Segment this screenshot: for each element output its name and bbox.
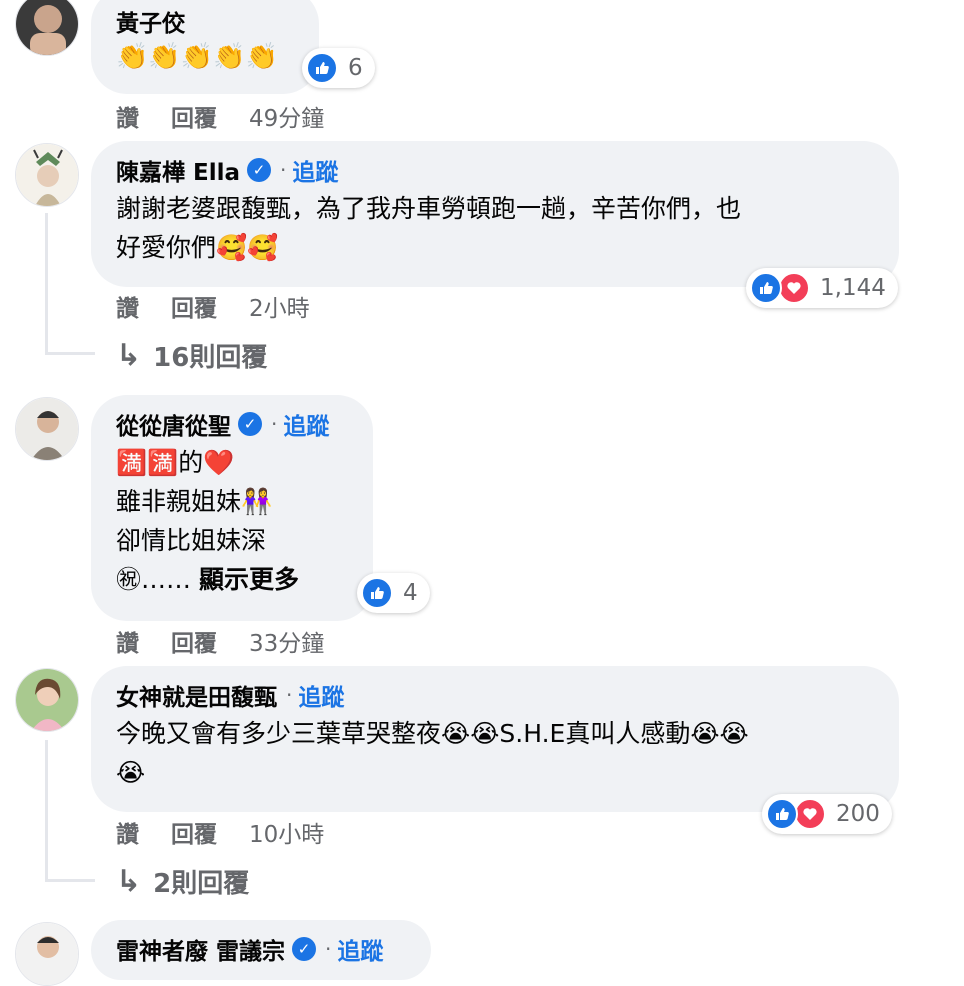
like-icon <box>361 577 393 609</box>
reply-arrow-icon: ↳ <box>116 337 142 373</box>
comment-text: 今晚又會有多少三葉草哭整夜😭😭S.H.E真叫人感動😭😭 😭 <box>116 719 749 787</box>
reply-button[interactable]: 回覆 <box>171 99 217 133</box>
reaction-count: 4 <box>403 580 418 606</box>
like-button[interactable]: 讚 <box>116 624 139 658</box>
see-more-link[interactable]: 顯示更多 <box>199 565 299 594</box>
comment-actions: 讚 回覆 2小時 <box>116 289 310 323</box>
avatar-commenter-2[interactable] <box>15 143 79 207</box>
comment-text-wrap: 🈵🈵的❤️ 雖非親姐妹👭 卻情比姐妹深 ㊗…… 顯示更多 <box>116 443 348 599</box>
avatar-commenter-3[interactable] <box>15 397 79 461</box>
comment-bubble-3: 從從唐從聖 ✓ · 追蹤 🈵🈵的❤️ 雖非親姐妹👭 卻情比姐妹深 ㊗…… 顯示更… <box>91 395 373 621</box>
like-button[interactable]: 讚 <box>116 99 139 133</box>
verified-badge-icon: ✓ <box>247 158 272 182</box>
separator-dot: · <box>271 412 278 436</box>
follow-button[interactable]: 追蹤 <box>298 678 344 712</box>
reaction-summary[interactable]: 1,144 <box>746 268 898 308</box>
reaction-summary[interactable]: 4 <box>357 573 430 613</box>
avatar-commenter-1[interactable] <box>15 0 79 56</box>
commenter-name[interactable]: 陳嘉樺 Ella <box>116 153 240 187</box>
love-icon <box>794 798 826 830</box>
reaction-summary[interactable]: 6 <box>302 48 375 88</box>
reaction-count: 200 <box>836 801 880 827</box>
comment-bubble-1: 黃子佼 👏👏👏👏👏 <box>91 0 319 94</box>
love-icon <box>778 272 810 304</box>
thread-line-elbow <box>45 879 95 882</box>
follow-button[interactable]: 追蹤 <box>292 153 338 187</box>
avatar-commenter-5[interactable] <box>15 922 79 986</box>
thread-line-elbow <box>45 352 95 355</box>
view-replies-link[interactable]: ↳ 2則回覆 <box>116 863 249 899</box>
reply-button[interactable]: 回覆 <box>171 289 217 323</box>
follow-button[interactable]: 追蹤 <box>283 407 329 441</box>
separator-dot: · <box>286 683 293 707</box>
reply-button[interactable]: 回覆 <box>171 815 217 849</box>
like-icon <box>766 798 798 830</box>
follow-button[interactable]: 追蹤 <box>337 932 383 966</box>
commenter-name[interactable]: 黃子佼 <box>116 4 185 38</box>
comment-text: 👏👏👏👏👏 <box>116 42 278 72</box>
reaction-count: 1,144 <box>820 275 886 301</box>
comment-text: 謝謝老婆跟馥甄，為了我舟車勞頓跑一趟，辛苦你們，也 好愛你們🥰🥰 <box>116 194 742 262</box>
reaction-count: 6 <box>348 55 363 81</box>
comment-timestamp[interactable]: 10小時 <box>249 815 324 849</box>
commenter-name[interactable]: 雷神者廢 雷議宗 <box>116 932 285 966</box>
verified-badge-icon: ✓ <box>292 937 317 961</box>
like-icon <box>750 272 782 304</box>
verified-badge-icon: ✓ <box>238 412 262 436</box>
comment-timestamp[interactable]: 33分鐘 <box>249 624 324 658</box>
like-button[interactable]: 讚 <box>116 815 139 849</box>
separator-dot: · <box>280 158 287 182</box>
comment-timestamp[interactable]: 49分鐘 <box>249 99 324 133</box>
comment-timestamp[interactable]: 2小時 <box>249 289 310 323</box>
comment-actions: 讚 回覆 10小時 <box>116 815 324 849</box>
replies-count: 16則回覆 <box>153 342 268 373</box>
replies-count: 2則回覆 <box>153 868 250 899</box>
comment-bubble-4: 女神就是田馥甄 · 追蹤 今晚又會有多少三葉草哭整夜😭😭S.H.E真叫人感動😭😭… <box>91 666 899 812</box>
comment-bubble-2: 陳嘉樺 Ella ✓ · 追蹤 謝謝老婆跟馥甄，為了我舟車勞頓跑一趟，辛苦你們，… <box>91 141 899 287</box>
view-replies-link[interactable]: ↳ 16則回覆 <box>116 337 267 373</box>
comment-bubble-5: 雷神者廢 雷議宗 ✓ · 追蹤 <box>91 920 431 980</box>
avatar-commenter-4[interactable] <box>15 668 79 732</box>
comment-actions: 讚 回覆 49分鐘 <box>116 99 324 133</box>
commenter-name[interactable]: 女神就是田馥甄 <box>116 678 277 712</box>
reply-button[interactable]: 回覆 <box>171 624 217 658</box>
like-button[interactable]: 讚 <box>116 289 139 323</box>
reaction-summary[interactable]: 200 <box>762 794 892 834</box>
comment-actions: 讚 回覆 33分鐘 <box>116 624 324 658</box>
thread-line <box>45 213 48 353</box>
commenter-name[interactable]: 從從唐從聖 <box>116 407 231 441</box>
reply-arrow-icon: ↳ <box>116 863 142 899</box>
separator-dot: · <box>325 937 332 961</box>
like-icon <box>306 52 338 84</box>
thread-line <box>45 740 48 880</box>
